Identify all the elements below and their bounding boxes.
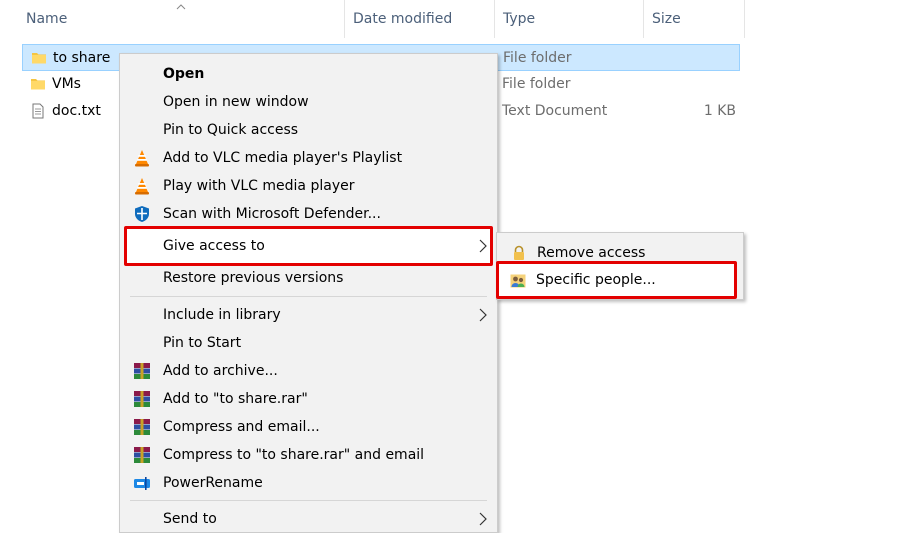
defender-shield-icon <box>135 206 149 222</box>
menu-item-compress-email[interactable]: Compress and email... <box>120 413 497 441</box>
menu-separator <box>130 500 487 501</box>
file-name: doc.txt <box>52 103 101 119</box>
menu-item-vlc-play[interactable]: Play with VLC media player <box>120 172 497 200</box>
column-header: Name Date modified Type Size <box>0 0 899 38</box>
menu-item-pin-start[interactable]: Pin to Start <box>120 329 497 357</box>
context-menu: Open Open in new window Pin to Quick acc… <box>119 53 498 533</box>
file-type: File folder <box>502 76 571 92</box>
people-icon <box>510 274 526 288</box>
menu-item-powerrename[interactable]: PowerRename <box>120 469 497 497</box>
column-size[interactable]: Size <box>644 0 744 38</box>
menu-item-add-archive[interactable]: Add to archive... <box>120 357 497 385</box>
winrar-icon <box>134 447 150 463</box>
menu-item-vlc-playlist[interactable]: Add to VLC media player's Playlist <box>120 144 497 172</box>
menu-item-add-to-rar[interactable]: Add to "to share.rar" <box>120 385 497 413</box>
winrar-icon <box>134 391 150 407</box>
file-type: File folder <box>503 50 572 66</box>
menu-item-open-new-window[interactable]: Open in new window <box>120 88 497 116</box>
chevron-right-icon <box>479 239 487 253</box>
file-size: 1 KB <box>703 103 736 119</box>
file-size <box>663 45 737 72</box>
file-size <box>662 71 736 98</box>
menu-item-include-library[interactable]: Include in library <box>120 301 497 329</box>
menu-item-send-to[interactable]: Send to <box>120 505 497 533</box>
submenu-item-specific-people[interactable]: Specific people... <box>496 266 742 294</box>
file-name: VMs <box>52 76 81 92</box>
menu-item-compress-rar-email[interactable]: Compress to "to share.rar" and email <box>120 441 497 469</box>
file-type: Text Document <box>502 103 608 119</box>
menu-item-scan-defender[interactable]: Scan with Microsoft Defender... <box>120 200 497 228</box>
column-date-modified[interactable]: Date modified <box>345 0 493 38</box>
column-type[interactable]: Type <box>495 0 643 38</box>
vlc-icon <box>135 150 149 167</box>
column-name[interactable]: Name <box>18 0 343 38</box>
lock-icon <box>514 245 524 260</box>
chevron-right-icon <box>479 308 487 322</box>
menu-item-open[interactable]: Open <box>120 60 497 88</box>
menu-item-give-access[interactable]: Give access to <box>120 232 497 260</box>
file-name: to share <box>53 50 111 66</box>
menu-separator <box>130 296 487 297</box>
menu-item-pin-quick-access[interactable]: Pin to Quick access <box>120 116 497 144</box>
powerrename-icon <box>134 477 150 490</box>
vlc-icon <box>135 178 149 195</box>
text-file-icon <box>32 103 44 119</box>
folder-icon <box>31 79 45 90</box>
menu-item-restore-versions[interactable]: Restore previous versions <box>120 264 497 292</box>
winrar-icon <box>134 363 150 379</box>
chevron-right-icon <box>479 512 487 526</box>
folder-icon <box>32 53 46 64</box>
winrar-icon <box>134 419 150 435</box>
